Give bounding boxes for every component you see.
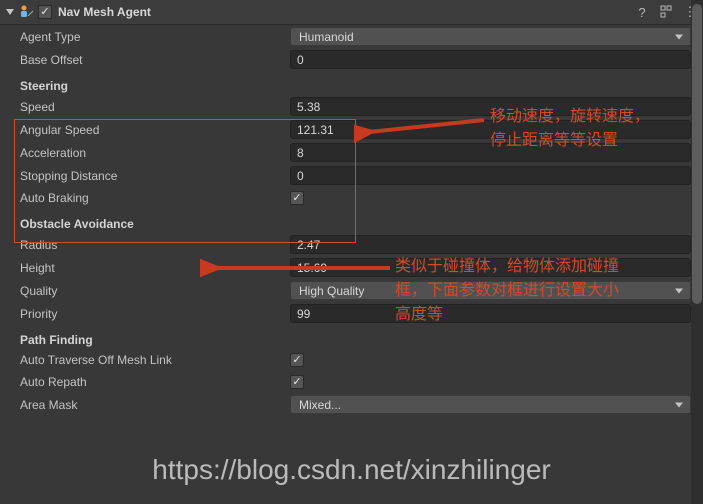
angular-speed-input[interactable] <box>290 120 691 139</box>
help-icon[interactable]: ? <box>635 5 649 19</box>
auto-traverse-label: Auto Traverse Off Mesh Link <box>20 353 290 367</box>
angular-speed-label: Angular Speed <box>20 123 290 137</box>
component-title: Nav Mesh Agent <box>58 5 635 19</box>
speed-input[interactable] <box>290 97 691 116</box>
area-mask-row: Area Mask Mixed... <box>0 393 703 416</box>
navmesh-agent-icon <box>18 4 34 20</box>
stopping-distance-label: Stopping Distance <box>20 169 290 183</box>
angular-speed-row: Angular Speed <box>0 118 703 141</box>
auto-repath-checkbox[interactable] <box>290 375 304 389</box>
auto-traverse-checkbox[interactable] <box>290 353 304 367</box>
acceleration-row: Acceleration <box>0 141 703 164</box>
auto-braking-label: Auto Braking <box>20 191 290 205</box>
auto-repath-label: Auto Repath <box>20 375 290 389</box>
scrollbar[interactable] <box>691 0 703 504</box>
radius-row: Radius <box>0 233 703 256</box>
base-offset-input[interactable] <box>290 50 691 69</box>
agent-type-label: Agent Type <box>20 30 290 44</box>
quality-dropdown[interactable]: High Quality <box>290 281 691 300</box>
component-header: Nav Mesh Agent ? ⋮ <box>0 0 703 25</box>
radius-input[interactable] <box>290 235 691 254</box>
navmesh-component: Nav Mesh Agent ? ⋮ Agent Type Humanoid B… <box>0 0 703 416</box>
auto-braking-checkbox[interactable] <box>290 191 304 205</box>
priority-input[interactable] <box>290 304 691 323</box>
stopping-distance-row: Stopping Distance <box>0 164 703 187</box>
agent-type-row: Agent Type Humanoid <box>0 25 703 48</box>
area-mask-dropdown[interactable]: Mixed... <box>290 395 691 414</box>
preset-icon[interactable] <box>659 5 673 19</box>
height-label: Height <box>20 261 290 275</box>
watermark: https://blog.csdn.net/xinzhilinger <box>0 454 703 486</box>
quality-row: Quality High Quality <box>0 279 703 302</box>
steering-header: Steering <box>0 71 703 95</box>
priority-row: Priority <box>0 302 703 325</box>
base-offset-label: Base Offset <box>20 53 290 67</box>
auto-repath-row: Auto Repath <box>0 371 703 393</box>
obstacle-avoidance-header: Obstacle Avoidance <box>0 209 703 233</box>
height-input[interactable] <box>290 258 691 277</box>
radius-label: Radius <box>20 238 290 252</box>
base-offset-row: Base Offset <box>0 48 703 71</box>
agent-type-dropdown[interactable]: Humanoid <box>290 27 691 46</box>
scrollbar-thumb[interactable] <box>692 4 702 304</box>
acceleration-input[interactable] <box>290 143 691 162</box>
auto-traverse-row: Auto Traverse Off Mesh Link <box>0 349 703 371</box>
component-enable-checkbox[interactable] <box>38 5 52 19</box>
height-row: Height <box>0 256 703 279</box>
speed-label: Speed <box>20 100 290 114</box>
acceleration-label: Acceleration <box>20 146 290 160</box>
quality-label: Quality <box>20 284 290 298</box>
area-mask-label: Area Mask <box>20 398 290 412</box>
auto-braking-row: Auto Braking <box>0 187 703 209</box>
stopping-distance-input[interactable] <box>290 166 691 185</box>
priority-label: Priority <box>20 307 290 321</box>
foldout-icon[interactable] <box>6 9 14 15</box>
path-finding-header: Path Finding <box>0 325 703 349</box>
speed-row: Speed <box>0 95 703 118</box>
